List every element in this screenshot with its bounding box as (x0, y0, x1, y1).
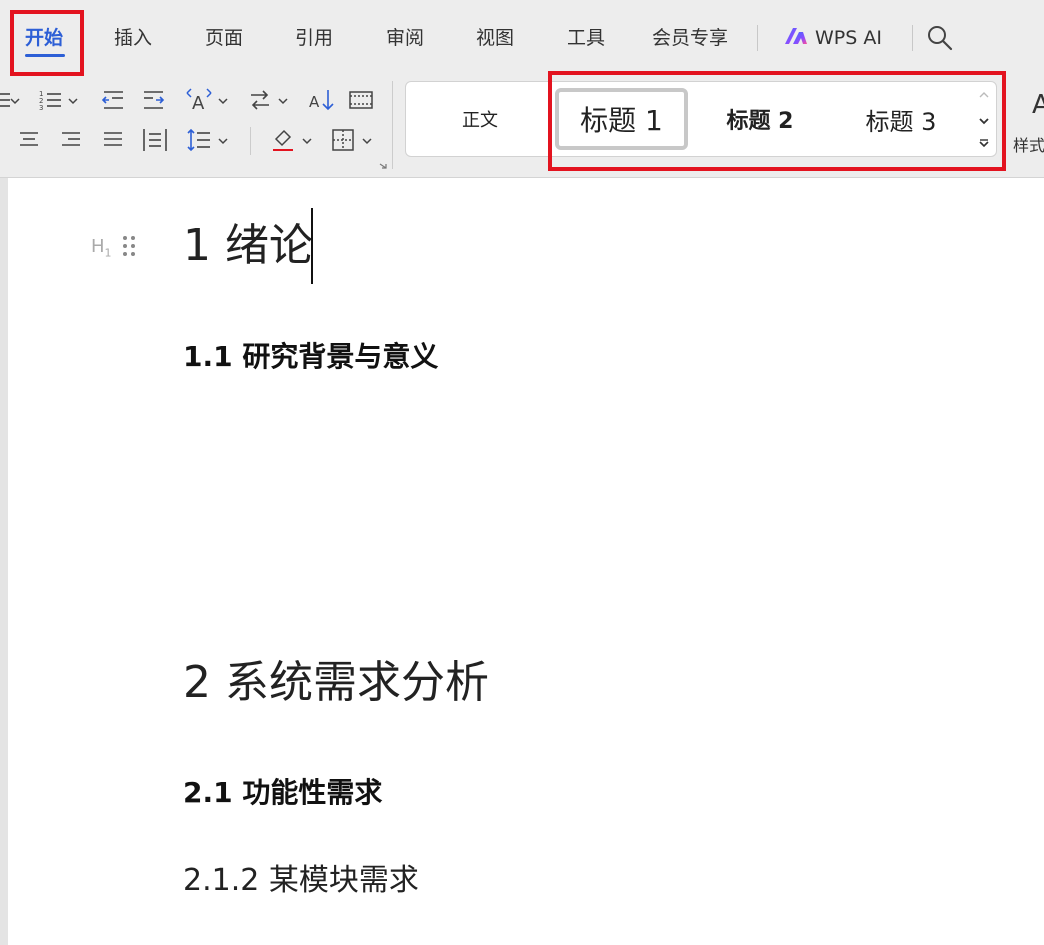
wps-ai-logo-icon (783, 26, 809, 51)
drag-handle-icon[interactable] (122, 235, 136, 257)
tab-page[interactable]: 页面 (205, 25, 243, 51)
column-layout-icon[interactable] (346, 85, 376, 115)
shading-icon[interactable] (268, 125, 298, 155)
chevron-down-icon[interactable] (278, 97, 288, 105)
page-left-gutter (0, 178, 8, 945)
chevron-down-icon[interactable] (10, 97, 20, 105)
numbered-list-icon[interactable]: 123 (36, 85, 66, 115)
document-page[interactable] (8, 178, 1044, 945)
tab-view[interactable]: 视图 (476, 25, 514, 51)
menu-separator (912, 25, 913, 51)
increase-indent-icon[interactable] (139, 85, 169, 115)
sort-icon[interactable]: A (306, 85, 336, 115)
heading-1-requirements[interactable]: 2 系统需求分析 (183, 653, 489, 713)
tab-review[interactable]: 审阅 (386, 25, 424, 51)
text-cursor (311, 208, 313, 284)
ribbon-separator (250, 127, 251, 155)
align-left-icon[interactable] (0, 125, 4, 155)
wps-ai-button[interactable]: WPS AI (783, 25, 882, 51)
heading-1-intro[interactable]: 1 绪论 (183, 216, 313, 276)
ribbon-separator (392, 81, 393, 169)
tab-references[interactable]: 引用 (295, 25, 333, 51)
chevron-down-icon[interactable] (68, 97, 78, 105)
character-spacing-icon[interactable]: A (184, 85, 214, 115)
search-icon[interactable] (926, 24, 954, 52)
tab-insert[interactable]: 插入 (114, 25, 152, 51)
heading-2-functional[interactable]: 2.1 功能性需求 (183, 774, 382, 812)
paragraph-dialog-launcher-icon[interactable] (378, 162, 388, 170)
heading-3-module[interactable]: 2.1.2 某模块需求 (183, 861, 419, 901)
decrease-indent-icon[interactable] (98, 85, 128, 115)
styles-pane-icon[interactable]: A (1032, 90, 1044, 120)
chevron-down-icon[interactable] (218, 97, 228, 105)
tab-member[interactable]: 会员专享 (652, 25, 728, 51)
svg-text:A: A (192, 93, 205, 114)
chevron-down-icon[interactable] (362, 137, 372, 145)
menu-separator (757, 25, 758, 51)
style-normal[interactable]: 正文 (406, 82, 554, 156)
align-center-icon[interactable] (14, 125, 44, 155)
align-right-icon[interactable] (56, 125, 86, 155)
text-direction-icon[interactable] (245, 85, 275, 115)
highlight-box-home-tab (10, 10, 84, 76)
tab-tools[interactable]: 工具 (567, 25, 605, 51)
styles-pane-label[interactable]: 样式 (1013, 132, 1044, 156)
chevron-down-icon[interactable] (302, 137, 312, 145)
chevron-down-icon[interactable] (218, 137, 228, 145)
highlight-box-heading-styles (548, 71, 1006, 171)
line-spacing-icon[interactable] (184, 125, 214, 155)
svg-text:A: A (309, 93, 320, 111)
justify-icon[interactable] (98, 125, 128, 155)
wps-ai-label: WPS AI (815, 27, 882, 49)
heading-2-background[interactable]: 1.1 研究背景与意义 (183, 338, 438, 376)
svg-text:3: 3 (39, 104, 43, 112)
distributed-align-icon[interactable] (140, 125, 170, 155)
heading-level-marker: H1 (91, 236, 112, 260)
border-icon[interactable] (328, 125, 358, 155)
menu-bar: 开始 插入 页面 引用 审阅 视图 工具 会员专享 WPS AI (0, 0, 1044, 75)
